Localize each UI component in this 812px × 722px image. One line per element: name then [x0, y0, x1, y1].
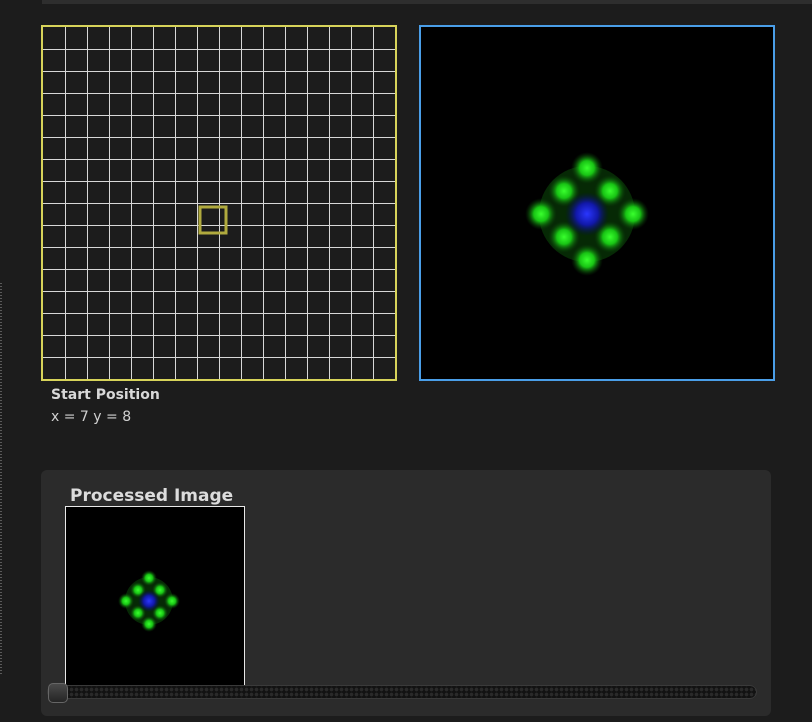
result-canvas: [419, 25, 775, 381]
processing-slider-handle[interactable]: [48, 683, 68, 703]
processed-image-thumbnail: [65, 506, 245, 686]
grid-lines: [43, 27, 395, 379]
diamond-glow-image: [525, 152, 649, 276]
processed-diamond-glow: [118, 570, 180, 632]
diamond-glow: [525, 152, 649, 276]
scroll-edge: [0, 283, 2, 675]
selected-cell-marker[interactable]: [198, 205, 228, 235]
processing-slider-track[interactable]: [47, 685, 757, 699]
processed-image-title: Processed Image: [70, 486, 234, 506]
start-grid[interactable]: [41, 25, 397, 381]
start-position-label: Start Position: [51, 387, 160, 403]
processed-diamond-image: [118, 570, 180, 632]
app-window: Start Position x = 7 y = 8 Processed Ima…: [0, 0, 812, 722]
start-position-coords: x = 7 y = 8: [51, 409, 132, 425]
top-divider: [42, 0, 812, 4]
